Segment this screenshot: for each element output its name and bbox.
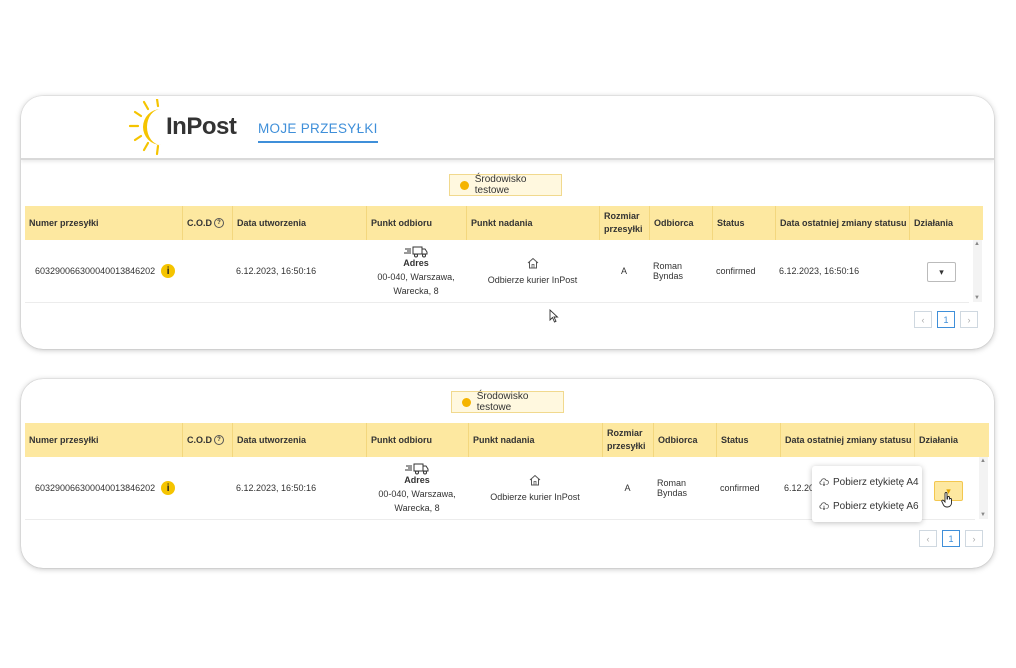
house-icon xyxy=(527,257,538,269)
col-size: Rozmiar przesyłki xyxy=(599,206,649,240)
cell-pickup: Adres 00-040, Warszawa, Warecka, 8 xyxy=(366,457,468,519)
col-number: Numer przesyłki xyxy=(29,217,99,228)
col-pickup: Punkt odbioru xyxy=(366,423,468,457)
cell-last-change: 6.12.2023, 16:50:16 xyxy=(779,266,860,276)
test-environment-notice: Środowisko testowe xyxy=(449,174,562,196)
test-environment-notice: Środowisko testowe xyxy=(451,391,564,413)
cell-number: 603290066300040013846202 i xyxy=(25,457,182,519)
col-send: Punkt nadania xyxy=(466,206,599,240)
col-created: Data utworzenia xyxy=(232,206,366,240)
table-header: Numer przesyłki C.O.D? Data utworzenia P… xyxy=(25,423,989,457)
prev-page-button[interactable]: ‹ xyxy=(914,311,932,328)
cell-recipient: Roman Byndas xyxy=(657,478,688,498)
cell-status: confirmed xyxy=(720,483,760,493)
caret-down-icon: ▾ xyxy=(939,266,944,277)
cell-recipient: Roman Byndas xyxy=(653,261,684,281)
col-actions: Działania xyxy=(914,423,976,457)
cloud-download-icon xyxy=(819,502,829,510)
cell-status: confirmed xyxy=(716,266,756,276)
col-cod: C.O.D? xyxy=(182,423,232,457)
notice-text: Środowisko testowe xyxy=(476,391,529,413)
pagination: ‹ 1 › xyxy=(914,311,978,328)
scroll-down-icon[interactable]: ▼ xyxy=(974,295,980,301)
warning-dot-icon xyxy=(462,397,471,407)
col-status: Status xyxy=(712,206,775,240)
page-1-button[interactable]: 1 xyxy=(942,530,960,547)
help-icon[interactable]: ? xyxy=(214,218,225,228)
table-row: 603290066300040013846202 i 6.12.2023, 16… xyxy=(25,240,969,303)
col-status: Status xyxy=(716,423,780,457)
cell-size: A xyxy=(624,483,631,493)
info-icon[interactable]: i xyxy=(161,481,176,495)
prev-page-button[interactable]: ‹ xyxy=(919,530,937,547)
cell-created: 6.12.2023, 16:50:16 xyxy=(236,266,317,276)
cell-pickup: Adres 00-040, Warszawa, Warecka, 8 xyxy=(366,240,466,302)
app-header: InPost MOJE PRZESYŁKI xyxy=(21,96,994,160)
truck-icon xyxy=(404,246,428,258)
col-last-change: Data ostatniej zmiany statusu xyxy=(775,206,909,240)
download-label-a6[interactable]: Pobierz etykietę A6 xyxy=(812,494,922,518)
actions-dropdown-menu: Pobierz etykietę A4 Pobierz etykietę A6 xyxy=(812,466,922,522)
scroll-up-icon[interactable]: ▲ xyxy=(974,241,980,247)
col-recipient: Odbiorca xyxy=(653,423,716,457)
tab-my-shipments[interactable]: MOJE PRZESYŁKI xyxy=(258,121,378,143)
scroll-down-icon[interactable]: ▼ xyxy=(980,512,986,518)
col-last-change: Data ostatniej zmiany statusu xyxy=(780,423,914,457)
page-1-button[interactable]: 1 xyxy=(937,311,955,328)
help-icon[interactable]: ? xyxy=(214,435,225,445)
shipments-panel-collapsed: InPost MOJE PRZESYŁKI Środowisko testowe… xyxy=(21,96,994,349)
actions-dropdown-button[interactable]: ▾ xyxy=(927,262,956,282)
hand-pointer-icon xyxy=(941,492,952,508)
col-recipient: Odbiorca xyxy=(649,206,712,240)
notice-text: Środowisko testowe xyxy=(474,174,527,196)
cell-send: Odbierze kurier InPost xyxy=(468,457,602,519)
mouse-pointer-icon xyxy=(549,309,559,323)
col-pickup: Punkt odbioru xyxy=(366,206,466,240)
scroll-up-icon[interactable]: ▲ xyxy=(980,458,986,464)
cell-created: 6.12.2023, 16:50:16 xyxy=(236,483,317,493)
shipments-panel-expanded: Środowisko testowe Numer przesyłki C.O.D… xyxy=(21,379,994,568)
next-page-button[interactable]: › xyxy=(960,311,978,328)
logo-text: InPost xyxy=(166,113,237,140)
pagination: ‹ 1 › xyxy=(919,530,983,547)
truck-icon xyxy=(405,463,429,475)
table-header: Numer przesyłki C.O.D? Data utworzenia P… xyxy=(25,206,983,240)
table-scrollbar[interactable]: ▲ ▼ xyxy=(973,240,982,302)
col-size: Rozmiar przesyłki xyxy=(602,423,653,457)
download-label-a4[interactable]: Pobierz etykietę A4 xyxy=(812,470,922,494)
col-actions: Działania xyxy=(909,206,969,240)
info-icon[interactable]: i xyxy=(161,264,176,278)
cloud-download-icon xyxy=(819,478,829,486)
col-created: Data utworzenia xyxy=(232,423,366,457)
cell-size: A xyxy=(620,266,627,276)
col-send: Punkt nadania xyxy=(468,423,602,457)
col-cod: C.O.D? xyxy=(182,206,232,240)
cell-number: 603290066300040013846202 i xyxy=(25,240,182,302)
warning-dot-icon xyxy=(460,180,469,190)
table-scrollbar[interactable]: ▲ ▼ xyxy=(979,457,988,519)
col-number: Numer przesyłki xyxy=(29,434,99,445)
cell-send: Odbierze kurier InPost xyxy=(466,240,599,302)
house-icon xyxy=(529,474,541,486)
next-page-button[interactable]: › xyxy=(965,530,983,547)
